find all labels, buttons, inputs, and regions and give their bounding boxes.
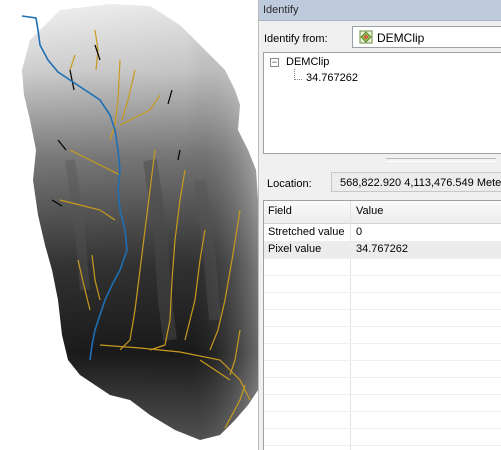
grid-header: Field Value (264, 201, 501, 224)
location-label: Location: (267, 178, 312, 190)
value-cell: 34.767262 (356, 243, 408, 255)
table-row[interactable]: Stretched value 0 (264, 224, 501, 242)
empty-row (264, 377, 501, 395)
identify-title-bar[interactable]: Identify (259, 0, 501, 21)
identify-window: Identify Identify from: DEMClip − DEMCli… (258, 0, 501, 450)
location-value: 568,822.920 4,113,476.549 Meters (340, 177, 501, 189)
field-cell: Pixel value (268, 243, 322, 255)
identify-from-value: DEMClip (377, 31, 425, 45)
collapse-toggle[interactable]: − (270, 58, 279, 67)
empty-row (264, 343, 501, 361)
attribute-grid[interactable]: Field Value Stretched value 0 Pixel valu… (263, 200, 501, 450)
empty-row (264, 292, 501, 310)
empty-row (264, 309, 501, 327)
empty-row (264, 326, 501, 344)
map-view[interactable] (0, 0, 258, 450)
dem-raster (21, 4, 258, 440)
empty-row (264, 411, 501, 429)
table-row[interactable]: Pixel value 34.767262 (264, 241, 501, 259)
splitter-grip (386, 158, 496, 162)
empty-row (264, 275, 501, 293)
column-header-value[interactable]: Value (356, 203, 383, 220)
location-value-box: 568,822.920 4,113,476.549 Meters (331, 172, 501, 192)
tree-layer-node[interactable]: DEMClip (286, 56, 329, 68)
tree-connector (294, 79, 302, 80)
field-cell: Stretched value (268, 226, 345, 238)
pane-splitter[interactable] (259, 154, 501, 168)
identify-from-label: Identify from: (264, 33, 328, 45)
tree-feature-node[interactable]: 34.767262 (306, 72, 358, 84)
window-title: Identify (263, 4, 299, 16)
empty-row (264, 258, 501, 276)
identify-from-dropdown[interactable]: DEMClip (352, 26, 501, 48)
raster-layer-icon (359, 30, 373, 44)
empty-row (264, 360, 501, 378)
empty-row (264, 394, 501, 412)
value-cell: 0 (356, 226, 363, 238)
column-header-field[interactable]: Field (268, 203, 292, 220)
results-tree[interactable]: − DEMClip 34.767262 (263, 52, 501, 154)
empty-row (264, 428, 501, 446)
